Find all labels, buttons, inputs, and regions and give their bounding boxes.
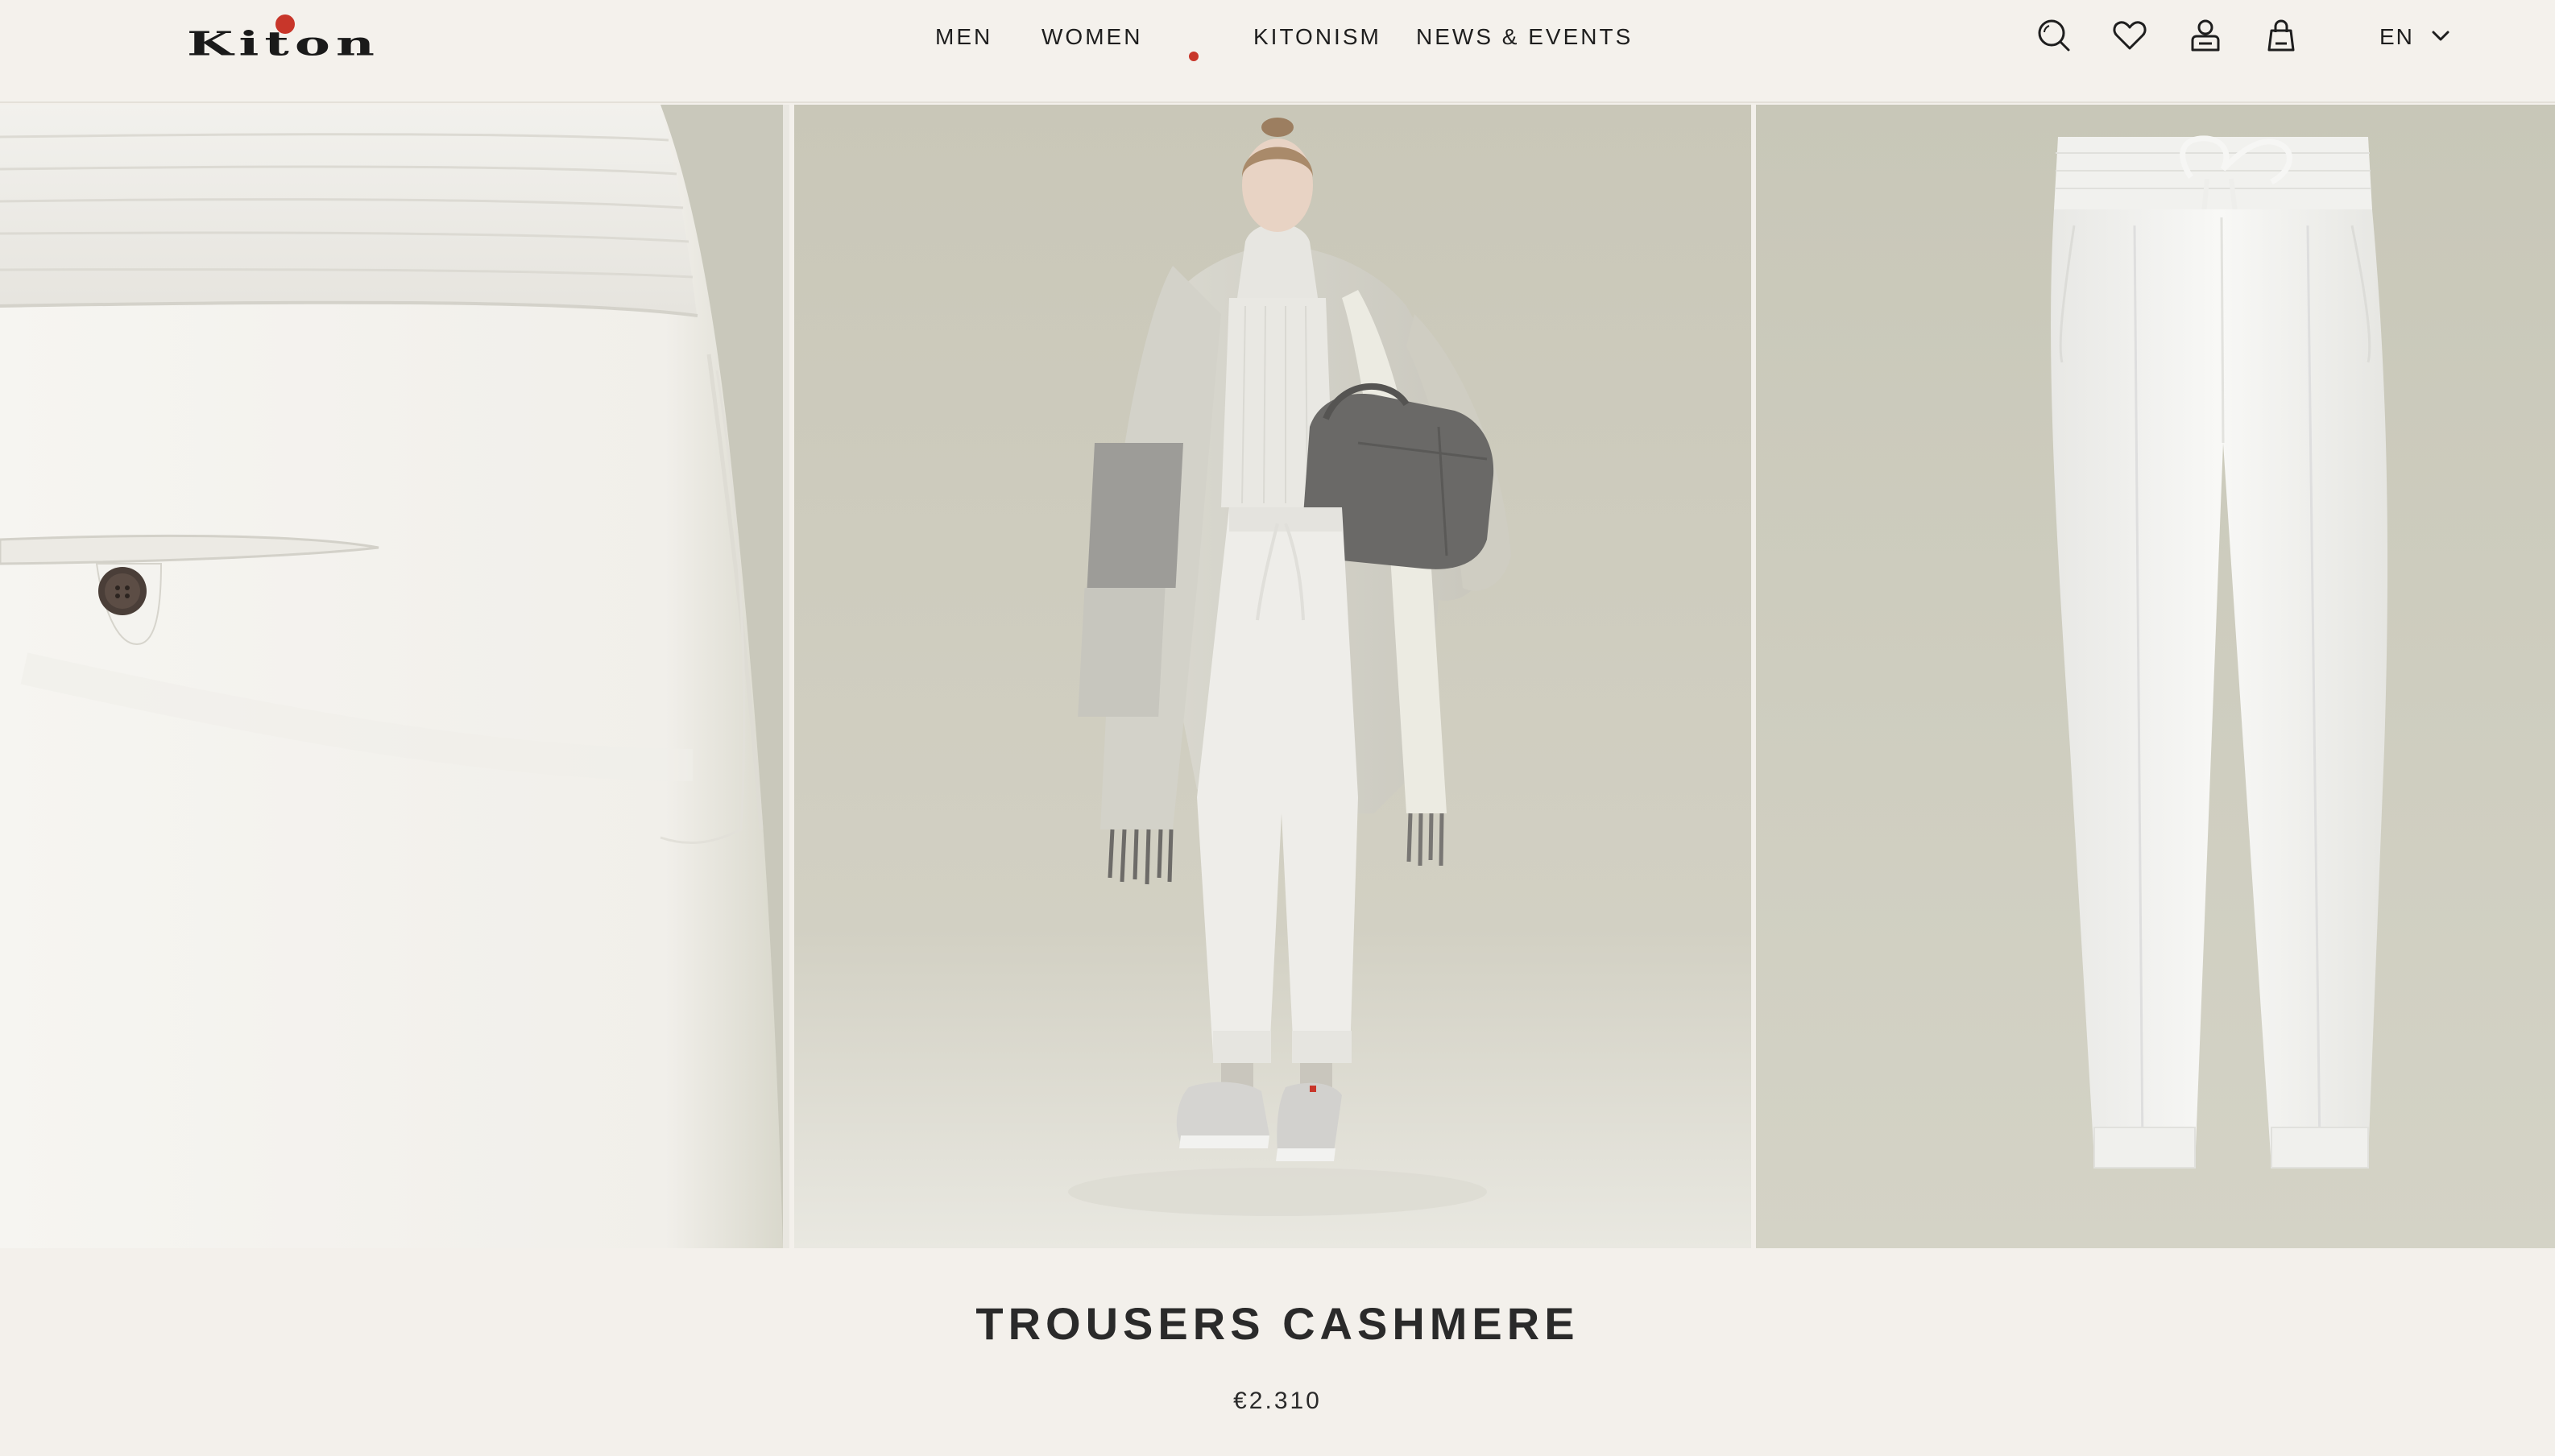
nav-item-women[interactable]: WOMEN	[1041, 21, 1142, 53]
product-flat-front-image[interactable]	[1756, 105, 2555, 1248]
nav-separator-dot	[1189, 52, 1199, 61]
heart-icon[interactable]	[2110, 16, 2149, 55]
language-selector[interactable]: EN	[2379, 21, 2414, 53]
product-price: €2.310	[1233, 1388, 1322, 1414]
product-gallery	[0, 105, 2555, 1248]
main-navigation: MEN WOMEN KITONISM NEWS & EVENTS	[0, 21, 2555, 61]
nav-item-news-events[interactable]: NEWS & EVENTS	[1416, 21, 1633, 53]
shopping-bag-icon[interactable]	[2262, 16, 2300, 55]
site-header: Kiton MEN WOMEN KITONISM NEWS & EVENTS E…	[0, 0, 2555, 103]
search-icon[interactable]	[2035, 16, 2073, 55]
account-icon[interactable]	[2186, 16, 2225, 55]
nav-item-kitonism[interactable]: KITONISM	[1253, 21, 1381, 53]
product-title: TROUSERS CASHMERE	[975, 1298, 1580, 1349]
model-full-look-image[interactable]	[794, 105, 1751, 1248]
chevron-down-icon[interactable]	[2429, 24, 2452, 47]
nav-item-men[interactable]: MEN	[935, 21, 992, 53]
detail-back-pocket-image[interactable]	[0, 105, 789, 1248]
